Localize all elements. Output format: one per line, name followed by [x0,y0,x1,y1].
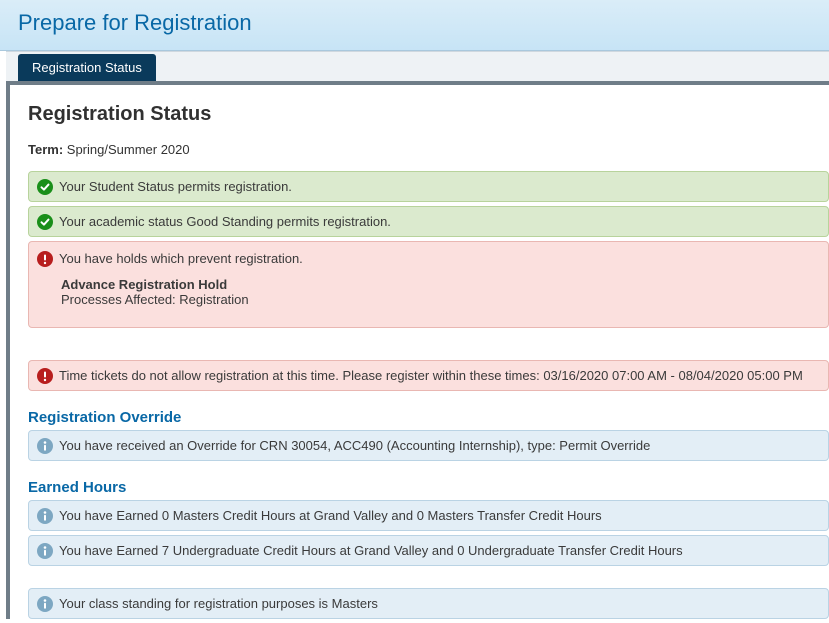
alert-earned-undergrad: You have Earned 7 Undergraduate Credit H… [28,535,829,566]
alert-earned-masters: You have Earned 0 Masters Credit Hours a… [28,500,829,531]
alert-icon [37,251,53,267]
alert-override: You have received an Override for CRN 30… [28,430,829,461]
check-icon [37,179,53,195]
hold-name: Advance Registration Hold [61,277,820,292]
hold-processes: Processes Affected: Registration [61,292,820,307]
alert-text: Your Student Status permits registration… [59,178,820,194]
alert-icon [37,368,53,384]
alert-text: Your class standing for registration pur… [59,595,820,611]
info-icon [37,438,53,454]
info-icon [37,543,53,559]
section-heading-earned: Earned Hours [28,479,829,496]
term-line: Term: Spring/Summer 2020 [28,142,829,157]
section-heading-override: Registration Override [28,409,829,426]
section-heading-main: Registration Status [28,103,829,126]
alert-class-standing: Your class standing for registration pur… [28,588,829,619]
alert-student-status: Your Student Status permits registration… [28,171,829,202]
content: Registration Status Term: Spring/Summer … [6,85,829,619]
alert-text: You have received an Override for CRN 30… [59,437,820,453]
check-icon [37,214,53,230]
tab-label: Registration Status [32,60,142,75]
tab-bar: Registration Status [6,51,829,85]
alert-text: Time tickets do not allow registration a… [59,367,820,383]
alert-academic-status: Your academic status Good Standing permi… [28,206,829,237]
alert-text: Your academic status Good Standing permi… [59,213,820,229]
alert-text: You have holds which prevent registratio… [59,250,820,266]
alert-time-ticket: Time tickets do not allow registration a… [28,360,829,391]
info-icon [37,596,53,612]
tab-registration-status[interactable]: Registration Status [18,54,156,81]
alert-holds: You have holds which prevent registratio… [28,241,829,328]
term-label: Term: [28,142,63,157]
term-value: Spring/Summer 2020 [67,142,190,157]
info-icon [37,508,53,524]
title-bar: Prepare for Registration [0,0,829,51]
alert-text: You have Earned 0 Masters Credit Hours a… [59,507,820,523]
alert-text: You have Earned 7 Undergraduate Credit H… [59,542,820,558]
page-title: Prepare for Registration [18,10,811,36]
hold-detail: Advance Registration Hold Processes Affe… [61,277,820,307]
